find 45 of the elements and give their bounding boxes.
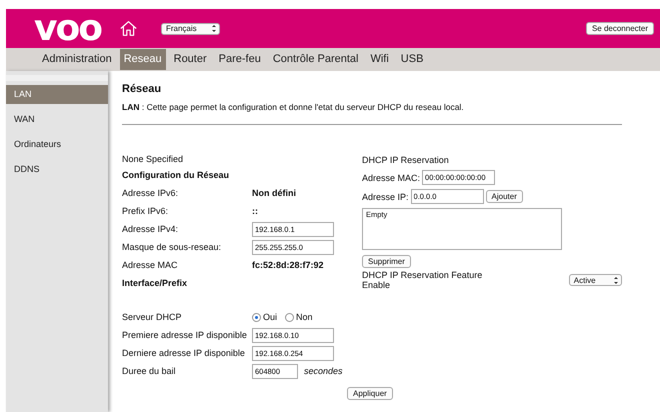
radio-label: Non: [296, 312, 313, 322]
radio-button[interactable]: [252, 312, 261, 322]
field-label: Serveur DHCP: [122, 312, 183, 322]
nav-tab[interactable]: Router: [170, 49, 211, 70]
logo[interactable]: voo: [34, 12, 101, 46]
delete-button[interactable]: Supprimer: [362, 255, 411, 268]
field-label: DHCP IP Reservation Feature Enable: [362, 270, 484, 290]
field-value: fc:52:8d:28:f7:92: [252, 260, 324, 270]
feature-select[interactable]: Active: [568, 274, 622, 286]
nav-tab[interactable]: Pare-feu: [214, 49, 265, 70]
radio-label: Oui: [263, 312, 278, 322]
sidebar-item[interactable]: DDNS: [6, 160, 108, 179]
nav-tab[interactable]: Contrôle Parental: [268, 49, 362, 70]
home-icon[interactable]: [118, 20, 138, 37]
field-label: Duree du bail: [122, 366, 177, 376]
unit-label: secondes: [304, 366, 343, 376]
logout-button[interactable]: Se deconnecter: [586, 22, 654, 35]
field-label: Masque de sous-reseau:: [122, 242, 222, 252]
nav-tab[interactable]: Wifi: [366, 49, 393, 70]
field-value: Non défini: [252, 188, 296, 198]
section-label: None Specified: [122, 154, 184, 164]
field-label: Adresse IPv6:: [122, 188, 180, 198]
sidebar-item[interactable]: LAN: [6, 85, 108, 104]
nav-tab[interactable]: Reseau: [120, 49, 166, 70]
section-heading: DHCP IP Reservation: [362, 155, 450, 165]
language-select[interactable]: Français: [160, 22, 220, 34]
field-label: Derniere adresse IP disponible: [122, 348, 246, 358]
apply-button[interactable]: Appliquer: [347, 387, 393, 400]
sidebar-item[interactable]: WAN: [6, 110, 108, 129]
field-value: ::: [252, 206, 258, 216]
section-heading: Configuration du Réseau: [122, 170, 230, 180]
add-button[interactable]: Ajouter: [486, 190, 523, 203]
field-label: Adresse IP:: [362, 192, 409, 202]
field-label: Prefix IPv6:: [122, 206, 170, 216]
field-label: Adresse MAC:: [362, 172, 420, 182]
page-description: LAN : Cette page permet la configuration et donne l'etat du serveur DHCP du reseau local.: [122, 102, 465, 112]
nav-tab[interactable]: Administration: [38, 49, 116, 70]
field-label: Adresse MAC: [122, 260, 179, 270]
page-title: Réseau: [122, 83, 162, 95]
section-heading: Interface/Prefix: [122, 278, 188, 288]
field-label: Adresse IPv4:: [122, 224, 180, 234]
field-label: Premiere adresse IP disponible: [122, 330, 248, 340]
radio-button[interactable]: [285, 312, 294, 322]
sidebar-item[interactable]: Ordinateurs: [6, 135, 108, 154]
nav-tab[interactable]: USB: [396, 49, 428, 70]
